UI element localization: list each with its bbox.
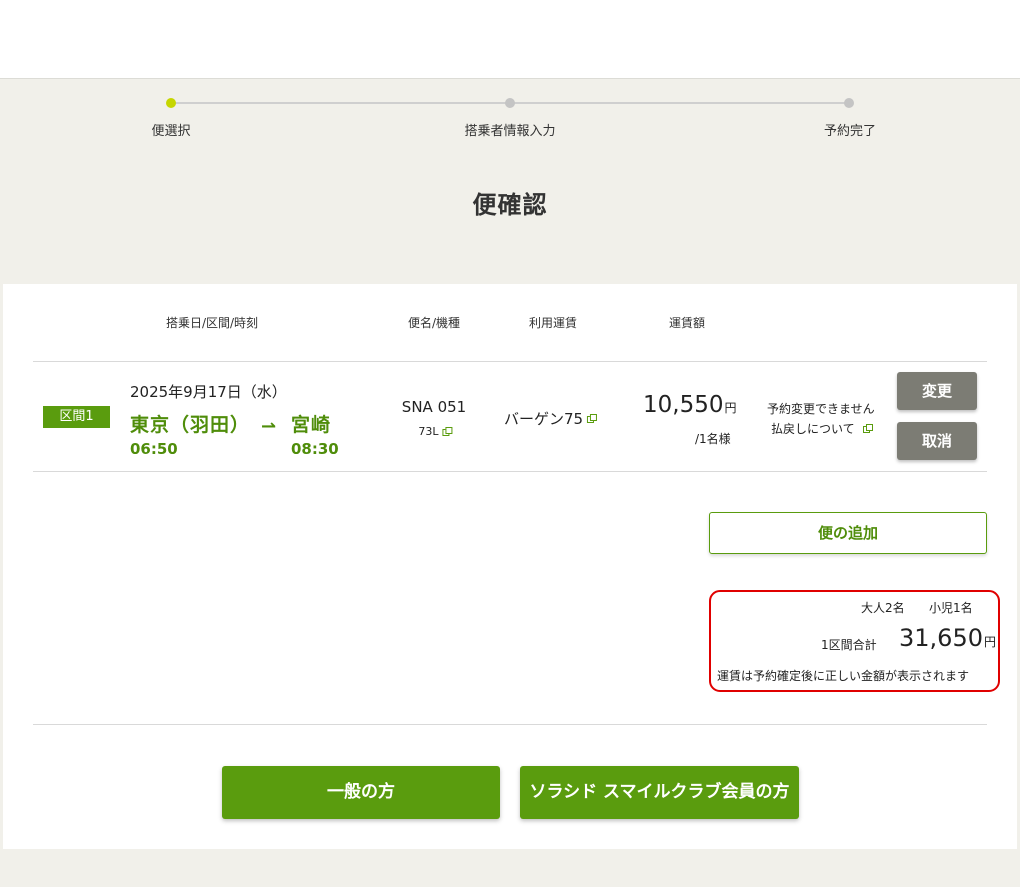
step-label-flight-select: 便選択 bbox=[151, 124, 191, 139]
external-link-icon bbox=[862, 424, 873, 433]
step-dot-flight-select bbox=[166, 98, 176, 108]
child-count: 小児1名 bbox=[929, 601, 973, 615]
aircraft-link[interactable]: 73L bbox=[418, 425, 453, 438]
member-login-button[interactable]: ソラシド スマイルクラブ会員の方 bbox=[520, 766, 799, 819]
external-link-icon bbox=[442, 426, 453, 436]
aircraft-type: 73L bbox=[418, 425, 439, 438]
flight-number: SNA 051 bbox=[401, 398, 467, 416]
stepper-line-1 bbox=[171, 102, 510, 104]
stepper-line-2 bbox=[510, 102, 849, 104]
arrival-city: 宮崎 bbox=[291, 414, 332, 436]
fare-summary-box: 大人2名 小児1名 1区間合計 31,650円 運賃は予約確定後に正しい金額が表… bbox=[709, 590, 1000, 692]
refund-note-link[interactable]: 払戻しについて bbox=[771, 420, 873, 437]
fare-amount: 10,550円 bbox=[643, 392, 737, 418]
flight-date: 2025年9月17日（水） bbox=[130, 383, 287, 401]
step-dot-passenger-info bbox=[505, 98, 515, 108]
page-title: 便確認 bbox=[472, 191, 548, 219]
arrival-time: 08:30 bbox=[291, 440, 339, 458]
divider bbox=[33, 724, 987, 725]
change-note: 予約変更できません bbox=[767, 402, 875, 416]
divider bbox=[33, 361, 987, 362]
progress-stepper: 便選択 搭乗者情報入力 予約完了 bbox=[0, 90, 1020, 140]
step-label-passenger-info: 搭乗者情報入力 bbox=[464, 124, 556, 139]
top-header-bar bbox=[0, 0, 1020, 79]
header-fare-type: 利用運賃 bbox=[528, 316, 578, 330]
fare-note: 運賃は予約確定後に正しい金額が表示されます bbox=[717, 669, 970, 683]
flight-confirmation-card: 搭乗日/区間/時刻 便名/機種 利用運賃 運賃額 区間1 2025年9月17日（… bbox=[3, 284, 1017, 849]
header-date-route-time: 搭乗日/区間/時刻 bbox=[165, 316, 259, 330]
divider bbox=[33, 471, 987, 472]
fare-amount-value: 10,550 bbox=[643, 392, 724, 418]
adult-count: 大人2名 bbox=[861, 601, 905, 615]
total-label: 1区間合計 bbox=[821, 638, 877, 652]
step-dot-complete bbox=[844, 98, 854, 108]
per-person-label: /1名様 bbox=[695, 432, 731, 446]
total-amount-value: 31,650 bbox=[899, 624, 983, 652]
fare-currency: 円 bbox=[724, 401, 737, 415]
segment-badge: 区間1 bbox=[43, 406, 110, 428]
general-customer-button[interactable]: 一般の方 bbox=[222, 766, 500, 819]
total-amount: 31,650円 bbox=[899, 624, 996, 652]
total-currency: 円 bbox=[983, 635, 996, 649]
departure-time: 06:50 bbox=[130, 440, 178, 458]
cancel-button[interactable]: 取消 bbox=[897, 422, 977, 460]
departure-city: 東京（羽田） bbox=[130, 414, 251, 436]
table-header: 搭乗日/区間/時刻 便名/機種 利用運賃 運賃額 bbox=[3, 314, 1017, 344]
header-flight-aircraft: 便名/機種 bbox=[407, 316, 461, 330]
add-flight-button[interactable]: 便の追加 bbox=[709, 512, 987, 554]
fare-type-label: バーゲン75 bbox=[503, 410, 584, 428]
header-fare-amount: 運賃額 bbox=[668, 316, 706, 330]
external-link-icon bbox=[587, 414, 598, 423]
step-label-complete: 予約完了 bbox=[823, 124, 877, 139]
refund-note-label: 払戻しについて bbox=[771, 422, 855, 436]
change-button[interactable]: 変更 bbox=[897, 372, 977, 410]
route-arrow-icon: ⇀ bbox=[261, 416, 277, 437]
fare-type-link[interactable]: バーゲン75 bbox=[503, 408, 598, 429]
